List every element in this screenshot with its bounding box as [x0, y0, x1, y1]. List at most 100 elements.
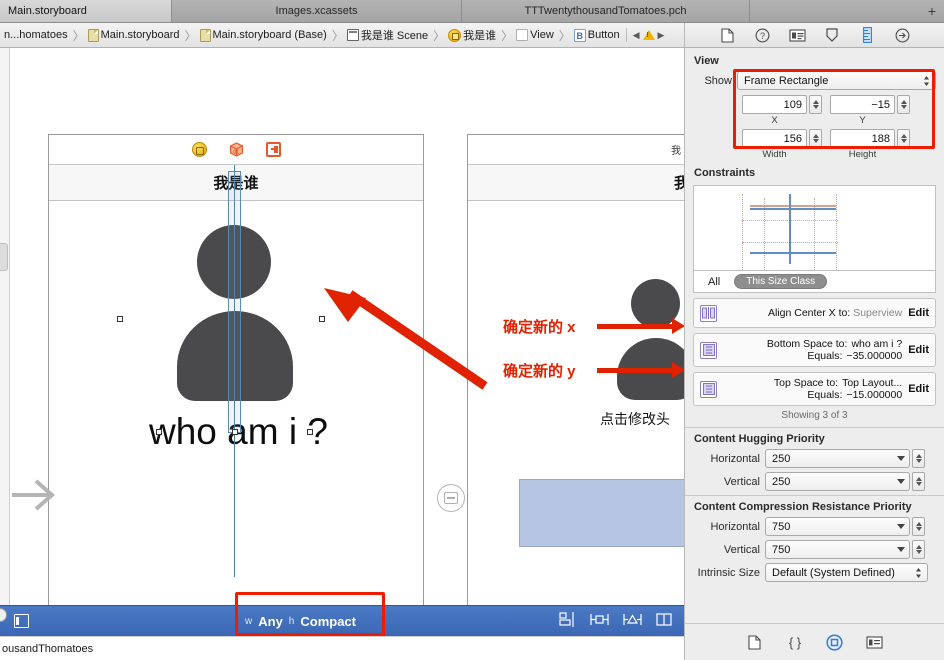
selection-handle[interactable]	[156, 429, 162, 435]
compression-vertical-stepper[interactable]	[912, 540, 925, 559]
breadcrumb-item-button[interactable]: B Button	[573, 28, 622, 42]
breadcrumb-item-storyboard[interactable]: Main.storyboard	[87, 28, 182, 42]
hugging-vertical-stepper[interactable]	[912, 472, 925, 491]
compression-vertical-popup[interactable]: 750	[765, 540, 910, 559]
object-library-icon[interactable]	[826, 633, 844, 651]
document-icon	[87, 28, 99, 42]
breadcrumb-separator: 〉	[184, 28, 197, 43]
compression-horizontal-value: 750	[772, 520, 791, 533]
attributes-inspector-tab[interactable]	[823, 26, 841, 44]
constraint-row[interactable]: Align Center X to: Superview Edit	[693, 298, 936, 328]
constraint-equals-value: −35.000000	[846, 350, 903, 362]
breadcrumb-label: Main.storyboard	[100, 29, 180, 41]
compression-horizontal-stepper[interactable]	[912, 517, 925, 536]
hugging-horizontal-stepper[interactable]	[912, 449, 925, 468]
code-snippet-library-icon[interactable]: { }	[786, 633, 804, 651]
constraint-equals-label: Equals:	[807, 350, 843, 362]
x-stepper[interactable]	[809, 95, 822, 114]
compression-vertical-value: 750	[772, 543, 791, 556]
size-inspector-tab[interactable]	[858, 26, 876, 44]
storyboard-canvas[interactable]: 01 我是谁 who am i ? 我 我 点击修改头 确定新的 x 确定新的 …	[0, 48, 684, 605]
width-field[interactable]: 156	[742, 129, 807, 148]
height-stepper[interactable]	[897, 129, 910, 148]
resolve-issues-icon[interactable]	[623, 612, 642, 630]
file-inspector-tab[interactable]	[718, 26, 736, 44]
height-label: Height	[848, 149, 877, 160]
tab-images-xcassets[interactable]: Images.xcassets	[172, 0, 462, 22]
constraint-edit-button[interactable]: Edit	[908, 307, 929, 319]
constraint-value: Superview	[853, 307, 903, 319]
size-class-width-prefix: w	[245, 615, 253, 627]
scope-all-label[interactable]: All	[708, 276, 720, 288]
annotation-y-label: 确定新的 y	[503, 363, 576, 380]
constraint-value: Top Layout...	[842, 377, 903, 389]
exit-icon[interactable]	[265, 142, 281, 157]
height-field[interactable]: 188	[830, 129, 895, 148]
breadcrumb-item-storyboard-base[interactable]: Main.storyboard (Base)	[199, 28, 329, 42]
constraint-edit-button[interactable]: Edit	[908, 344, 929, 356]
constraint-row[interactable]: Bottom Space to: who am i ? Equals: −35.…	[693, 333, 936, 367]
size-inspector-panel: View Show Frame Rectangle 109 −15 X Y 15…	[684, 48, 944, 623]
constraints-diagram[interactable]	[693, 185, 936, 271]
scope-this-size-class-pill[interactable]: This Size Class	[734, 274, 828, 289]
media-library-icon[interactable]	[866, 633, 884, 651]
constraint-equals-value: −15.000000	[846, 389, 903, 401]
show-popup-value: Frame Rectangle	[744, 74, 829, 87]
breadcrumb-item-view-controller[interactable]: 我是谁	[448, 27, 498, 43]
constraint-bottom-line	[750, 252, 836, 254]
tab-add-button[interactable]: +	[750, 0, 944, 22]
segue-connection-icon[interactable]	[437, 484, 465, 512]
first-responder-icon[interactable]: 01	[229, 142, 244, 157]
tap-to-modify-label[interactable]: 点击修改头	[600, 409, 670, 429]
breadcrumb-item-project[interactable]: n...homatoes	[2, 29, 70, 41]
breadcrumb-item-view[interactable]: View	[516, 29, 556, 41]
resizing-behavior-icon[interactable]	[656, 612, 672, 630]
selection-handle[interactable]	[307, 429, 313, 435]
view-controller-icon[interactable]	[191, 142, 207, 157]
compression-horizontal-label: Horizontal	[710, 520, 760, 533]
show-popup[interactable]: Frame Rectangle	[737, 71, 936, 90]
breadcrumb-item-scene[interactable]: 我是谁 Scene	[346, 27, 430, 43]
next-issue-button[interactable]: ▶	[656, 30, 667, 41]
y-field[interactable]: −15	[830, 95, 895, 114]
pin-icon[interactable]	[590, 612, 609, 630]
annotation-x-arrow-head	[672, 318, 684, 334]
file-template-library-icon[interactable]	[746, 633, 764, 651]
constraint-edit-button[interactable]: Edit	[908, 383, 929, 395]
connections-inspector-tab[interactable]	[893, 26, 911, 44]
divider	[685, 427, 944, 428]
width-label: Width	[762, 149, 787, 160]
hugging-vertical-popup[interactable]: 250	[765, 472, 910, 491]
quick-help-inspector-tab[interactable]: ?	[753, 26, 771, 44]
canvas-gutter-handle[interactable]	[0, 243, 8, 271]
selection-handle[interactable]	[232, 429, 238, 435]
chevron-down-icon	[897, 524, 905, 529]
constraint-label: Top Space to:	[773, 377, 839, 389]
constraint-row[interactable]: Top Space to: Top Layout... Equals: −15.…	[693, 372, 936, 406]
divider	[625, 28, 627, 42]
previous-issue-button[interactable]: ◀	[631, 30, 642, 41]
align-icon[interactable]	[559, 612, 576, 630]
size-class-control[interactable]: w Any h Compact	[42, 614, 559, 629]
svg-text:?: ?	[759, 31, 764, 41]
scene-right-top-label: 我	[671, 146, 681, 157]
chevron-down-icon	[897, 456, 905, 461]
view-as-icon	[13, 614, 29, 628]
tab-main-storyboard[interactable]: Main.storyboard	[0, 0, 172, 22]
ui-scroll-view[interactable]: UIScrollView	[519, 479, 684, 547]
x-field[interactable]: 109	[742, 95, 807, 114]
hugging-horizontal-value: 250	[772, 452, 791, 465]
width-stepper[interactable]	[809, 129, 822, 148]
intrinsic-size-popup[interactable]: Default (System Defined)	[765, 563, 928, 582]
tab-pch-file[interactable]: TTTwentythousandTomatoes.pch	[462, 0, 750, 22]
identity-inspector-tab[interactable]	[788, 26, 806, 44]
y-stepper[interactable]	[897, 95, 910, 114]
warning-icon[interactable]	[642, 30, 655, 40]
compression-horizontal-popup[interactable]: 750	[765, 517, 910, 536]
selection-handle[interactable]	[117, 316, 123, 322]
hugging-horizontal-popup[interactable]: 250	[765, 449, 910, 468]
view-icon	[516, 29, 529, 41]
view-controller-icon	[448, 28, 462, 42]
height-value: 188	[871, 132, 890, 145]
hugging-horizontal-label: Horizontal	[710, 452, 760, 465]
